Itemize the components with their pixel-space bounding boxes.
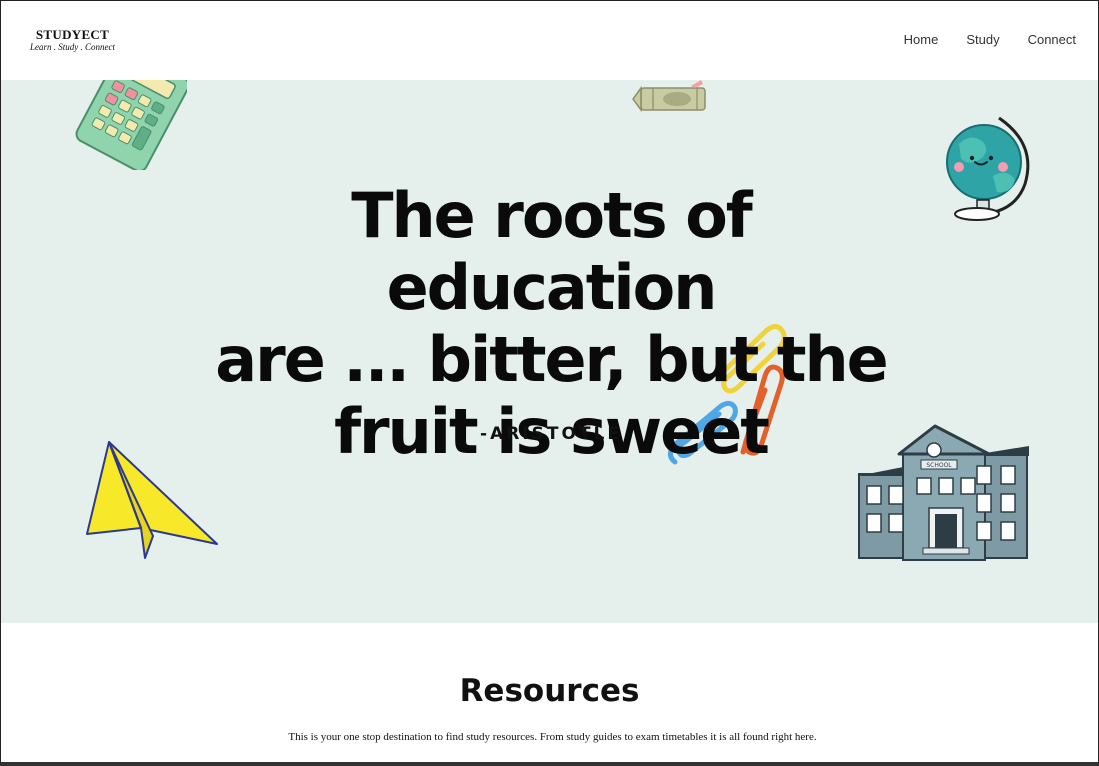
resources-section: Resources This is your one stop destinat… bbox=[1, 623, 1098, 762]
site-header: STUDYECT Learn . Study . Connect Home St… bbox=[1, 1, 1098, 80]
crayon-icon bbox=[632, 80, 706, 113]
quote-line: The roots of education bbox=[351, 179, 753, 324]
nav-home-link[interactable]: Home bbox=[904, 32, 939, 47]
resources-description: This is your one stop destination to fin… bbox=[288, 731, 817, 743]
globe-icon bbox=[946, 116, 1030, 221]
brand-logo[interactable]: STUDYECT Learn . Study . Connect bbox=[30, 28, 115, 53]
nav-study-link[interactable]: Study bbox=[966, 32, 999, 47]
brand-name: STUDYECT bbox=[35, 27, 110, 42]
svg-text:SCHOOL: SCHOOL bbox=[926, 462, 952, 469]
quote-author: -ARISTOTLE bbox=[480, 424, 622, 444]
calculator-icon bbox=[75, 80, 187, 170]
main-nav: Home Study Connect bbox=[904, 32, 1076, 47]
nav-connect-link[interactable]: Connect bbox=[1028, 32, 1076, 47]
school-building-icon: SCHOOL bbox=[857, 424, 1029, 561]
resources-title: Resources bbox=[459, 673, 640, 709]
hero-banner: The roots of education are ... bitter, b… bbox=[1, 80, 1098, 623]
brand-tagline: Learn . Study . Connect bbox=[30, 42, 115, 52]
paper-plane-icon bbox=[86, 441, 218, 559]
quote-line: are ... bitter, but the bbox=[215, 323, 888, 396]
